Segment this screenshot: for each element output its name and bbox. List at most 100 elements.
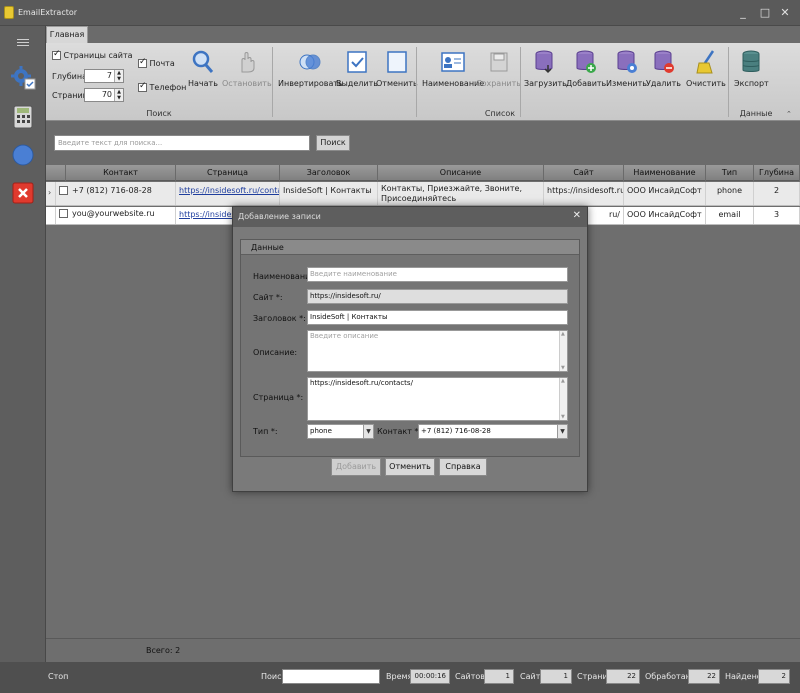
status-site-label: Сайт	[520, 672, 541, 681]
column-header[interactable]: Сайт	[544, 165, 624, 181]
deselect-button[interactable]: Отменить	[376, 49, 418, 88]
contact-combobox[interactable]: +7 (812) 716-08-28 ▼	[418, 424, 568, 439]
page-cell[interactable]: https://insidesoft.ru/contacts/	[176, 182, 280, 205]
magnifier-icon	[191, 49, 215, 75]
help-button[interactable]: Справка	[439, 458, 487, 476]
contact-label: Контакт *:	[377, 427, 422, 436]
status-sites-value: 1	[484, 669, 514, 684]
site-pages-checkbox[interactable]: Страницы сайта	[52, 49, 133, 60]
pages-value: 70	[101, 90, 112, 99]
header-input[interactable]: InsideSoft | Контакты	[307, 310, 568, 325]
type-combobox[interactable]: phone ▼	[307, 424, 374, 439]
name-cell[interactable]: ООО ИнсайдСофт	[624, 182, 706, 205]
status-time-label: Время	[386, 672, 413, 681]
maximize-icon[interactable]: □	[758, 6, 772, 20]
add-label: Добавить	[566, 79, 607, 88]
save-button[interactable]: Сохранить	[476, 49, 521, 88]
site-input[interactable]: https://insidesoft.ru/	[307, 289, 568, 304]
clear-button[interactable]: Очистить	[686, 49, 726, 88]
calculator-icon[interactable]	[4, 100, 42, 134]
contact-value: +7 (812) 716-08-28	[72, 186, 152, 195]
circle-icon[interactable]	[4, 138, 42, 172]
column-header[interactable]: Наименование	[624, 165, 706, 181]
contact-value: you@yourwebsite.ru	[72, 209, 155, 218]
tab-main[interactable]: Главная	[46, 26, 88, 43]
type-cell[interactable]: phone	[706, 182, 754, 205]
select-button[interactable]: Выделить	[336, 49, 378, 88]
panel-header: Данные	[241, 240, 579, 255]
site-pages-check[interactable]	[52, 49, 61, 60]
page-scrollbar[interactable]	[559, 378, 567, 420]
name-input[interactable]: Введите наименование	[307, 267, 568, 282]
description-textarea[interactable]: Введите описание	[307, 330, 568, 372]
row-checkbox[interactable]	[59, 186, 68, 195]
export-label: Экспорт	[734, 79, 769, 88]
row-checkbox[interactable]	[59, 209, 68, 218]
deselect-label: Отменить	[376, 79, 418, 88]
total-bar: Всего: 2	[46, 638, 800, 662]
dialog-close-icon[interactable]: ✕	[573, 210, 581, 221]
edit-button[interactable]: Изменить	[606, 49, 647, 88]
type-cell[interactable]: email	[706, 207, 754, 224]
header-label: Заголовок *:	[253, 314, 306, 323]
search-group-label: Поиск	[146, 109, 172, 118]
delete-button[interactable]: Удалить	[646, 49, 681, 88]
site-cell[interactable]: https://insidesoft.ru/	[544, 182, 624, 205]
export-button[interactable]: Экспорт	[734, 49, 769, 88]
add-record-button[interactable]: Добавить	[331, 458, 381, 476]
left-toolbar	[0, 26, 46, 664]
stepper-arrows-icon[interactable]: ▲ ▼	[114, 89, 123, 101]
ribbon: Страницы сайта Глубина: 7▲▼ Страниц: 70▲…	[46, 43, 800, 121]
add-button[interactable]: Добавить	[566, 49, 606, 88]
column-header[interactable]: Описание	[378, 165, 544, 181]
mail-check[interactable]	[138, 57, 147, 68]
chevron-down-icon[interactable]: ▼	[363, 425, 373, 438]
settings-gear-icon[interactable]	[4, 60, 42, 94]
close-icon[interactable]: ✕	[778, 6, 792, 20]
stepper-arrows-icon[interactable]: ▲ ▼	[114, 70, 123, 82]
type-label: Тип *:	[253, 427, 278, 436]
name-cell[interactable]: ООО ИнсайдСофт	[624, 207, 706, 224]
column-header[interactable]: Заголовок	[280, 165, 378, 181]
column-header[interactable]: Страница	[176, 165, 280, 181]
description-cell[interactable]: Контакты, Приезжайте, Звоните, Присоедин…	[378, 182, 544, 205]
menu-icon[interactable]	[4, 32, 42, 52]
invert-button[interactable]: Инвертировать	[278, 49, 343, 88]
status-found-label: Найдено	[725, 672, 762, 681]
depth-cell[interactable]: 2	[754, 182, 800, 205]
naming-button[interactable]: Наименование	[422, 49, 484, 88]
column-header[interactable]: Контакт	[66, 165, 176, 181]
minimize-icon[interactable]: _	[736, 6, 750, 20]
depth-stepper[interactable]: 7 ▲ ▼	[84, 69, 124, 83]
search-button[interactable]: Поиск	[316, 135, 350, 151]
status-processed-value: 22	[688, 669, 720, 684]
pages-stepper[interactable]: 70 ▲ ▼	[84, 88, 124, 102]
title-cell[interactable]: InsideSoft | Контакты	[280, 182, 378, 205]
contact-cell[interactable]: +7 (812) 716-08-28	[56, 182, 176, 205]
edit-label: Изменить	[606, 79, 647, 88]
column-header[interactable]: Глубина	[754, 165, 800, 181]
search-input[interactable]: Введите текст для поиска...	[54, 135, 310, 151]
stop-button[interactable]: Остановить	[222, 49, 272, 88]
page-label: Страница *:	[253, 393, 304, 402]
phone-check[interactable]	[138, 81, 147, 92]
status-pages-value: 22	[606, 669, 640, 684]
dialog-title: Добавление записи	[233, 207, 587, 227]
chevron-down-icon[interactable]: ▼	[557, 425, 567, 438]
depth-cell[interactable]: 3	[754, 207, 800, 224]
description-scrollbar[interactable]	[559, 331, 567, 371]
cancel-button[interactable]: Отменить	[385, 458, 435, 476]
save-label: Сохранить	[476, 79, 521, 88]
contact-cell[interactable]: you@yourwebsite.ru	[56, 207, 176, 224]
load-button[interactable]: Загрузить	[524, 49, 567, 88]
page-textarea[interactable]: https://insidesoft.ru/contacts/	[307, 377, 568, 421]
column-header[interactable]: Тип	[706, 165, 754, 181]
mail-checkbox[interactable]: Почта	[138, 57, 175, 68]
start-button[interactable]: Начать	[188, 49, 218, 88]
exit-icon[interactable]	[4, 176, 42, 210]
phone-checkbox[interactable]: Телефон	[138, 81, 186, 92]
invert-icon	[298, 49, 322, 75]
database-delete-icon	[652, 49, 676, 75]
table-row[interactable]: › +7 (812) 716-08-28 https://insidesoft.…	[46, 182, 800, 206]
collapse-ribbon-icon[interactable]: ⌃	[786, 110, 792, 118]
